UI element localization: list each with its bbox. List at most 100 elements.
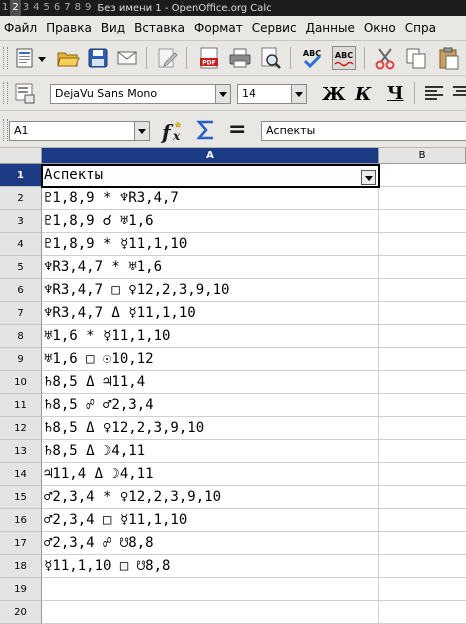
sum-icon[interactable] xyxy=(194,118,218,142)
menu-data[interactable]: Данные xyxy=(302,21,360,35)
cell-a[interactable]: ♄8,5 Δ ♀12,2,3,9,10 xyxy=(42,417,379,440)
name-box-dropdown-icon[interactable] xyxy=(134,122,149,140)
row-header[interactable]: 14 xyxy=(0,463,42,486)
formula-equals-button[interactable]: = xyxy=(228,117,246,142)
export-pdf-icon[interactable]: PDF xyxy=(197,46,221,70)
underline-button[interactable]: Ч xyxy=(387,83,403,104)
cell-b[interactable] xyxy=(379,164,466,187)
cell-a[interactable]: ♄8,5 Δ ☽4,11 xyxy=(42,440,379,463)
font-size-combo[interactable]: 14 xyxy=(237,84,307,104)
cell-b[interactable] xyxy=(379,555,466,578)
workspace-2[interactable]: 2 xyxy=(10,0,21,16)
styles-formatting-icon[interactable] xyxy=(13,81,37,105)
cell-b[interactable] xyxy=(379,233,466,256)
font-name-combo[interactable]: DejaVu Sans Mono xyxy=(50,84,231,104)
column-header-a[interactable]: A xyxy=(42,148,379,164)
row-header[interactable]: 8 xyxy=(0,325,42,348)
cell-a[interactable]: ♅1,6 □ ☉10,12 xyxy=(42,348,379,371)
toolbar-grip[interactable] xyxy=(3,47,8,69)
row-header[interactable]: 9 xyxy=(0,348,42,371)
font-size-dropdown-icon[interactable] xyxy=(291,85,306,103)
row-header[interactable]: 15 xyxy=(0,486,42,509)
row-header[interactable]: 2 xyxy=(0,187,42,210)
autofilter-dropdown-button[interactable] xyxy=(361,170,376,185)
align-left-icon[interactable] xyxy=(422,81,446,105)
function-wizard-icon[interactable]: f x xyxy=(160,119,188,143)
open-folder-icon[interactable] xyxy=(56,46,80,70)
workspace-4[interactable]: 4 xyxy=(31,0,41,16)
workspace-6[interactable]: 6 xyxy=(52,0,62,16)
cell-a[interactable]: ☿11,1,10 □ ☋8,8 xyxy=(42,555,379,578)
cell-a[interactable]: ♇1,8,9 * ♆R3,4,7 xyxy=(42,187,379,210)
menu-format[interactable]: Формат xyxy=(190,21,248,35)
name-box[interactable]: A1 xyxy=(9,121,150,141)
menu-window[interactable]: Окно xyxy=(360,21,401,35)
menu-file[interactable]: Файл xyxy=(0,21,42,35)
cell-a[interactable] xyxy=(42,601,379,624)
cell-b[interactable] xyxy=(379,532,466,555)
cell-a[interactable]: ♇1,8,9 ☌ ♅1,6 xyxy=(42,210,379,233)
cell-a[interactable]: ♄8,5 Δ ♃11,4 xyxy=(42,371,379,394)
workspace-8[interactable]: 8 xyxy=(73,0,83,16)
save-icon[interactable] xyxy=(86,46,110,70)
row-header[interactable]: 4 xyxy=(0,233,42,256)
row-header[interactable]: 12 xyxy=(0,417,42,440)
column-header-b[interactable]: B xyxy=(379,148,466,164)
row-header[interactable]: 5 xyxy=(0,256,42,279)
menu-help[interactable]: Спра xyxy=(401,21,441,35)
copy-icon[interactable] xyxy=(404,46,428,70)
workspace-1[interactable]: 1 xyxy=(0,0,10,16)
autospellcheck-icon[interactable]: ABC xyxy=(332,46,356,70)
dropdown-arrow-icon[interactable] xyxy=(38,55,46,63)
print-icon[interactable] xyxy=(228,46,252,70)
spellcheck-icon[interactable]: ABC xyxy=(300,46,324,70)
workspace-5[interactable]: 5 xyxy=(42,0,52,16)
toolbar-grip[interactable] xyxy=(3,119,8,141)
cell-b[interactable] xyxy=(379,325,466,348)
row-header[interactable]: 16 xyxy=(0,509,42,532)
font-name-dropdown-icon[interactable] xyxy=(215,85,230,103)
cell-b[interactable] xyxy=(379,601,466,624)
cell-a[interactable]: ♃11,4 Δ ☽4,11 xyxy=(42,463,379,486)
cell-b[interactable] xyxy=(379,371,466,394)
workspace-9[interactable]: 9 xyxy=(83,0,93,16)
cell-b[interactable] xyxy=(379,440,466,463)
cell-a[interactable]: ♄8,5 ☍ ♂2,3,4 xyxy=(42,394,379,417)
cell-b[interactable] xyxy=(379,279,466,302)
bold-button[interactable]: Ж xyxy=(322,84,346,105)
menu-insert[interactable]: Вставка xyxy=(130,21,190,35)
cell-b[interactable] xyxy=(379,417,466,440)
row-header[interactable]: 1 xyxy=(0,164,42,187)
email-icon[interactable] xyxy=(115,46,139,70)
row-header[interactable]: 13 xyxy=(0,440,42,463)
row-header[interactable]: 19 xyxy=(0,578,42,601)
cell-a[interactable]: ♂2,3,4 ☍ ☋8,8 xyxy=(42,532,379,555)
cell-b[interactable] xyxy=(379,348,466,371)
row-header[interactable]: 11 xyxy=(0,394,42,417)
cell-a[interactable]: ♆R3,4,7 Δ ☿11,1,10 xyxy=(42,302,379,325)
workspace-3[interactable]: 3 xyxy=(21,0,31,16)
cut-icon[interactable] xyxy=(373,46,397,70)
cell-a[interactable]: Аспекты xyxy=(42,164,379,187)
cell-b[interactable] xyxy=(379,486,466,509)
row-header[interactable]: 10 xyxy=(0,371,42,394)
cell-b[interactable] xyxy=(379,578,466,601)
cell-a[interactable] xyxy=(42,578,379,601)
cell-a[interactable]: ♇1,8,9 * ☿11,1,10 xyxy=(42,233,379,256)
toolbar-grip[interactable] xyxy=(3,82,8,104)
menu-view[interactable]: Вид xyxy=(97,21,130,35)
align-center-icon[interactable] xyxy=(450,81,466,105)
cell-a[interactable]: ♂2,3,4 * ♀12,2,3,9,10 xyxy=(42,486,379,509)
row-header[interactable]: 3 xyxy=(0,210,42,233)
row-header[interactable]: 6 xyxy=(0,279,42,302)
select-all-corner[interactable] xyxy=(0,148,42,164)
new-document-icon[interactable] xyxy=(13,46,37,70)
row-header[interactable]: 18 xyxy=(0,555,42,578)
page-preview-icon[interactable] xyxy=(258,46,282,70)
cell-b[interactable] xyxy=(379,256,466,279)
cell-b[interactable] xyxy=(379,210,466,233)
row-header[interactable]: 7 xyxy=(0,302,42,325)
workspace-7[interactable]: 7 xyxy=(62,0,72,16)
row-header[interactable]: 20 xyxy=(0,601,42,624)
cell-b[interactable] xyxy=(379,394,466,417)
